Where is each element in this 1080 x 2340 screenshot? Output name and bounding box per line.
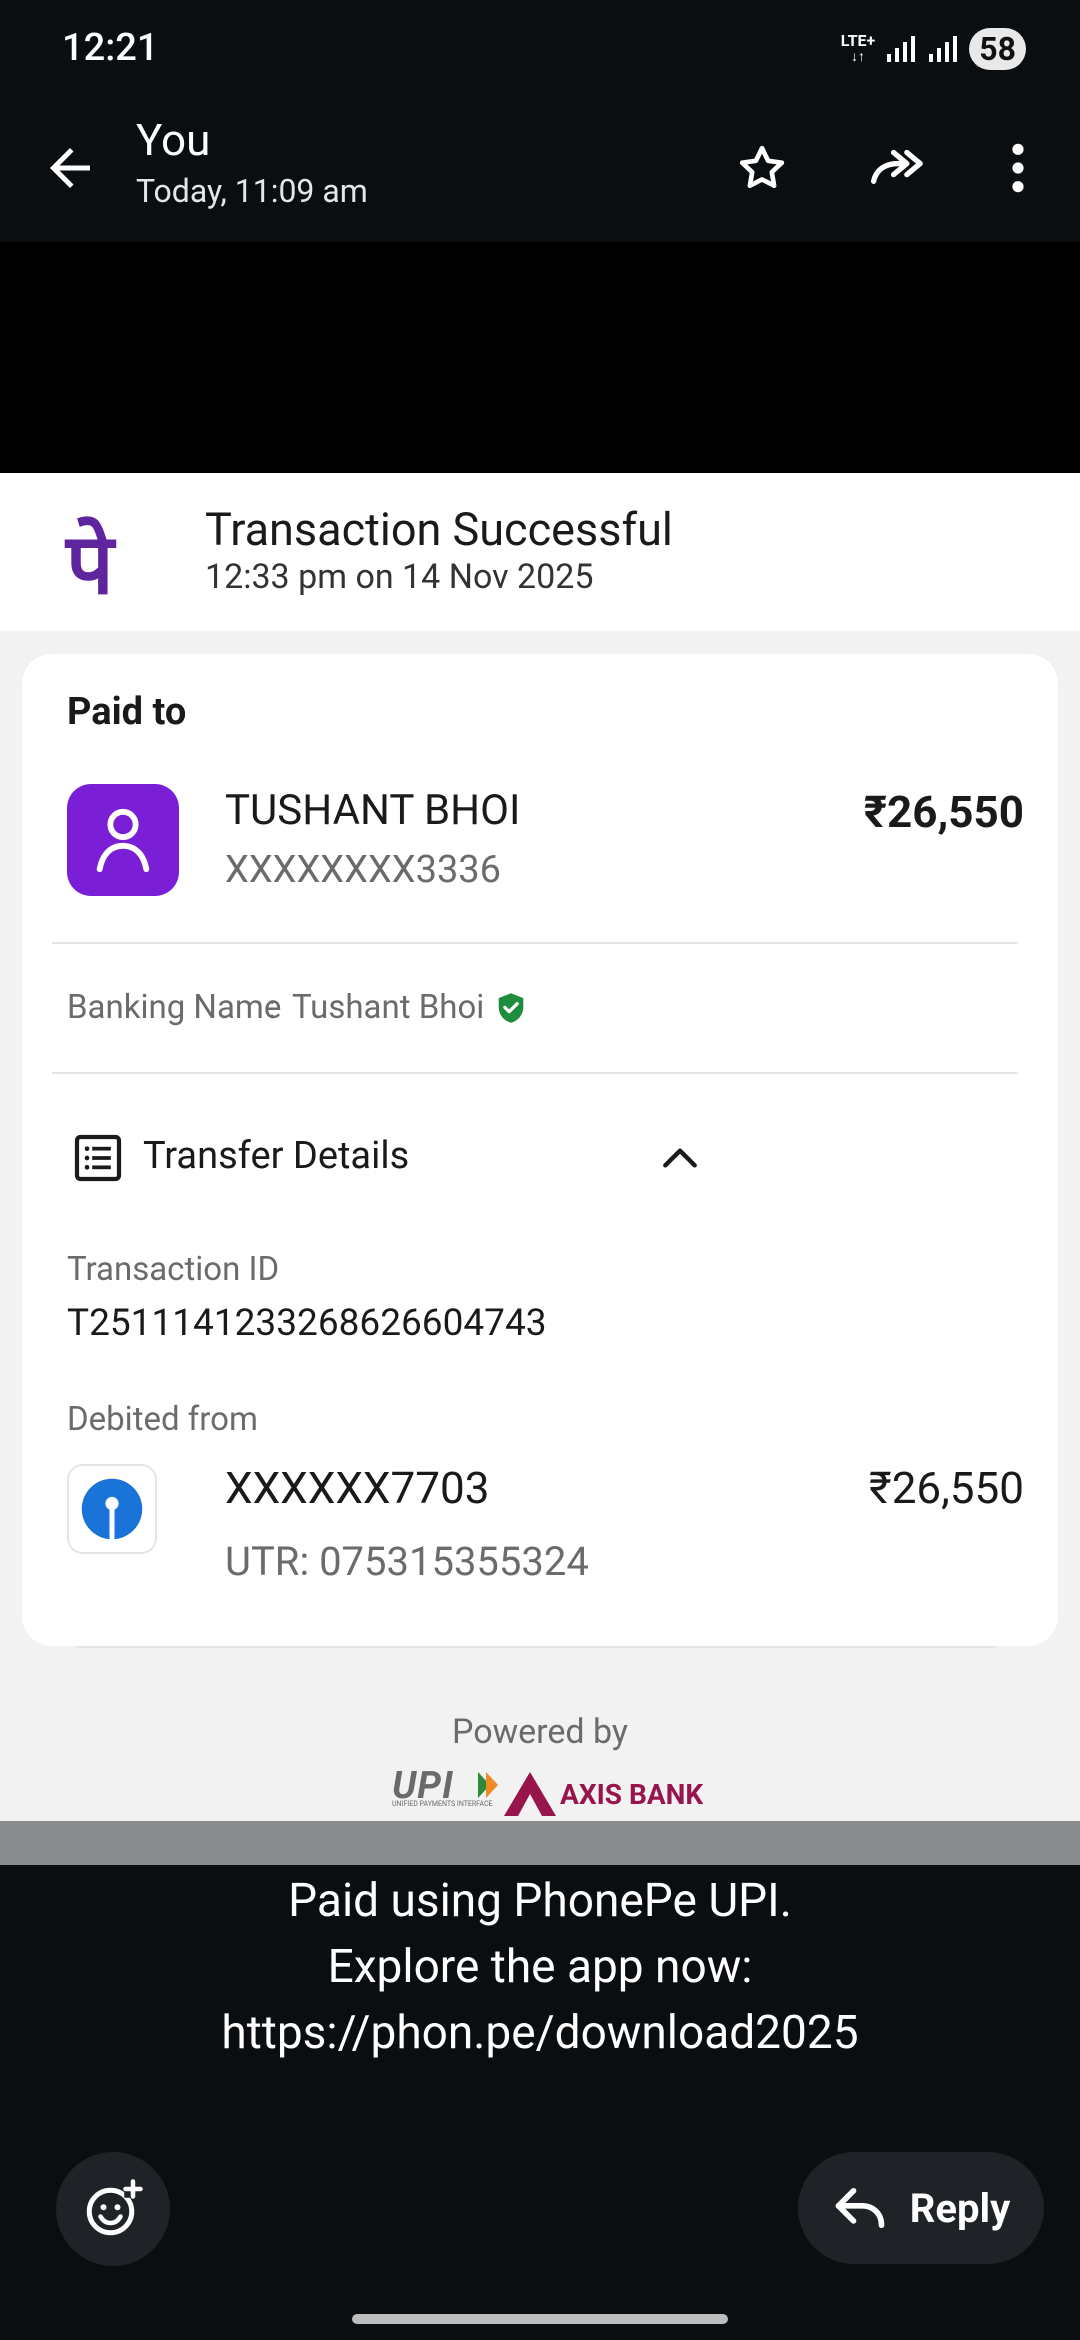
top-app-bar: You Today, 11:09 am — [0, 110, 1080, 240]
axis-bank-text: AXIS BANK — [560, 1777, 704, 1811]
transaction-status: Transaction Successful — [205, 503, 673, 556]
transfer-details-label: Transfer Details — [143, 1134, 410, 1178]
banking-name-label: Banking Name — [67, 988, 282, 1027]
gesture-navigation-bar[interactable] — [352, 2314, 728, 2324]
message-link[interactable]: https://phon.pe/download2025 — [0, 2000, 1080, 2066]
battery-indicator: 58 — [969, 28, 1026, 70]
phonepe-logo: पे — [66, 515, 114, 613]
star-button[interactable] — [730, 136, 794, 200]
reply-button[interactable]: Reply — [798, 2152, 1044, 2264]
transaction-datetime: 12:33 pm on 14 Nov 2025 — [205, 557, 594, 597]
reply-icon — [835, 2187, 885, 2229]
debit-amount: ₹26,550 — [868, 1462, 1024, 1514]
star-icon — [739, 145, 785, 189]
banking-name-separator: : — [268, 988, 276, 1027]
status-time: 12:21 — [62, 26, 159, 70]
data-arrows-icon: ↓↑ — [851, 49, 866, 65]
message-timestamp: Today, 11:09 am — [136, 172, 368, 210]
more-options-button[interactable] — [986, 136, 1050, 200]
axis-bank-logo: AXIS BANK — [504, 1770, 703, 1818]
upi-arrow-icon — [478, 1772, 498, 1798]
image-top-band — [0, 242, 1080, 473]
receipt-header: पे Transaction Successful 12:33 pm on 14… — [0, 473, 1080, 631]
more-vert-icon — [1012, 143, 1024, 193]
receipt-card: Paid to TUSHANT BHOI XXXXXXXX3336 ₹26,55… — [22, 654, 1058, 1646]
paid-to-label: Paid to — [67, 690, 187, 734]
divider — [76, 1646, 996, 1648]
network-type: LTE+ — [840, 31, 876, 50]
sbi-bank-logo — [67, 1464, 157, 1554]
upi-tagline: UNIFIED PAYMENTS INTERFACE — [392, 1800, 493, 1808]
debited-from-label: Debited from — [67, 1400, 258, 1439]
reaction-button[interactable] — [56, 2152, 170, 2266]
payment-amount: ₹26,550 — [863, 786, 1024, 838]
transaction-id-value: T2511141233268626604743 — [67, 1302, 547, 1345]
sbi-logo-icon — [81, 1478, 143, 1541]
payee-name: TUSHANT BHOI — [225, 786, 521, 835]
message-line-2: Explore the app now: — [327, 1940, 753, 1994]
status-icons: LTE+ ↓↑ 58 — [841, 28, 1026, 70]
forward-icon — [870, 149, 923, 184]
transfer-details-toggle[interactable]: Transfer Details — [50, 1108, 1040, 1208]
back-button[interactable] — [40, 138, 100, 198]
receipt-list-icon — [74, 1134, 122, 1182]
divider — [52, 1072, 1018, 1074]
signal-icon-2 — [929, 36, 958, 62]
chevron-up-icon — [663, 1148, 697, 1168]
conversation-title: You — [136, 114, 211, 166]
banking-name-row: Tushant Bhoi — [292, 988, 526, 1027]
payee-avatar — [67, 784, 179, 896]
divider — [52, 942, 1018, 944]
transaction-id-label: Transaction ID — [67, 1250, 280, 1289]
message-line-1: Paid using PhonePe UPI. — [288, 1874, 792, 1928]
powered-by-label: Powered by — [451, 1712, 629, 1752]
signal-icon — [887, 36, 916, 62]
lte-icon: LTE+ ↓↑ — [840, 31, 876, 66]
upi-logo: UPI UNIFIED PAYMENTS INTERFACE — [392, 1764, 502, 1814]
person-icon — [96, 808, 150, 873]
add-reaction-icon — [86, 2179, 143, 2236]
message-text: Paid using PhonePe UPI. Explore the app … — [0, 1868, 1080, 2066]
forward-button[interactable] — [866, 136, 930, 200]
reply-label: Reply — [909, 2184, 1011, 2232]
axis-bank-icon — [504, 1772, 556, 1816]
debit-account: XXXXXX7703 — [225, 1462, 490, 1514]
image-bottom-strip — [0, 1821, 1080, 1865]
banking-name-value: Tushant Bhoi — [292, 988, 485, 1027]
payee-account: XXXXXXXX3336 — [225, 848, 502, 892]
verified-shield-icon — [498, 992, 524, 1023]
utr-number: UTR: 075315355324 — [225, 1538, 589, 1585]
arrow-back-icon — [50, 148, 90, 188]
